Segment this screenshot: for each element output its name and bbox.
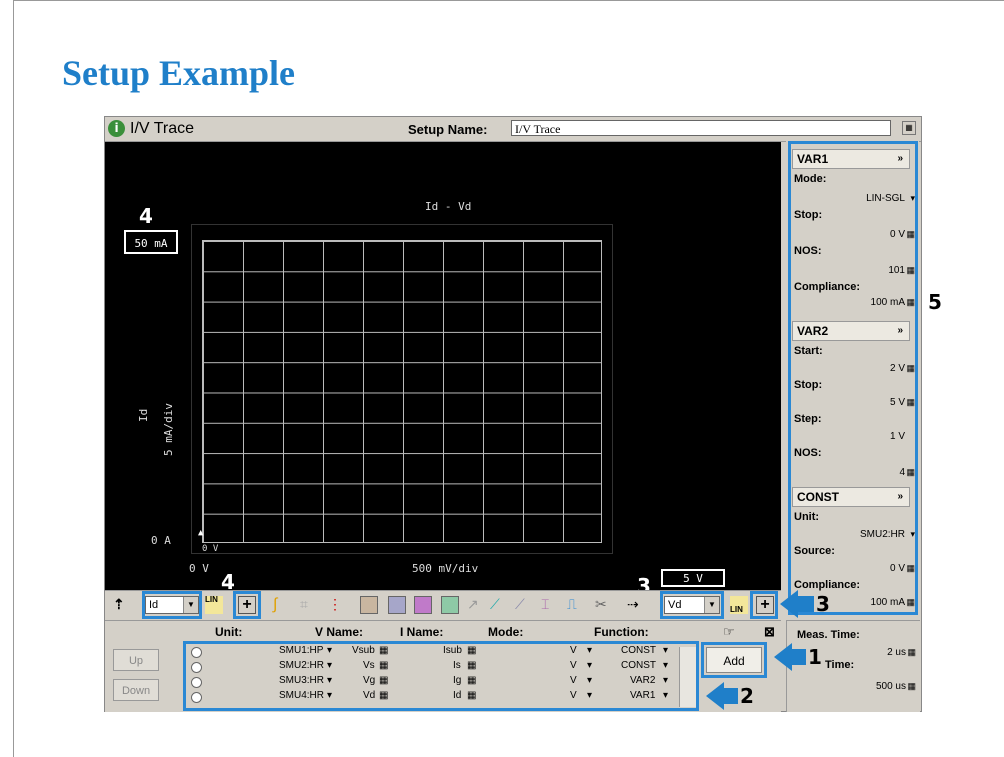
x-min-value: 0 V bbox=[189, 562, 209, 575]
highlight-parameter-panel bbox=[788, 141, 918, 615]
curve-icon[interactable]: ∫ bbox=[273, 596, 291, 614]
iv-trace-window: i I/V Trace Setup Name: I/V Trace ▦ Id -… bbox=[104, 116, 922, 712]
x-axis-scale: 500 mV/div bbox=[412, 562, 479, 575]
keyboard-icon[interactable]: ▦ bbox=[902, 121, 916, 135]
x-lin-scale-icon[interactable]: LIN bbox=[730, 596, 748, 614]
traffic-light-icon[interactable]: ⋮ bbox=[328, 596, 346, 614]
regression-icon[interactable]: ⟋ bbox=[515, 596, 533, 614]
highlight-add-button bbox=[701, 642, 767, 678]
keyboard-icon[interactable]: ▦ bbox=[907, 647, 916, 658]
callout-5: 5 bbox=[928, 290, 942, 314]
slide-frame-left bbox=[13, 0, 14, 757]
meas-time-label: Meas. Time: bbox=[797, 629, 860, 641]
callout-3-toolbar: 3 bbox=[816, 592, 830, 616]
highlight-channel-table bbox=[183, 641, 699, 711]
pulse-icon[interactable]: ⎍ bbox=[567, 596, 585, 614]
up-button[interactable]: Up bbox=[113, 649, 159, 671]
meas-time-value[interactable]: 2 us bbox=[887, 647, 906, 658]
highlight-x-add bbox=[750, 591, 778, 619]
y-lin-scale-icon[interactable]: LIN bbox=[205, 596, 223, 614]
y-axis-icon[interactable]: ⇡ bbox=[113, 596, 131, 614]
setup-name-label: Setup Name: bbox=[408, 122, 488, 137]
highlight-y-param bbox=[142, 591, 202, 619]
scale-icon[interactable]: ⌶ bbox=[541, 596, 559, 614]
origin-label: 0 V bbox=[202, 544, 219, 554]
graph-edit-icon[interactable] bbox=[360, 596, 378, 614]
y-axis-name: Id bbox=[137, 408, 150, 422]
callout-4-top: 4 bbox=[139, 204, 153, 228]
down-button[interactable]: Down bbox=[113, 679, 159, 701]
measurement-time-panel: Meas. Time: 2 us ▦ Time: 500 us ▦ bbox=[786, 620, 920, 712]
slide-frame-top bbox=[13, 0, 1004, 1]
time-label: Time: bbox=[825, 659, 855, 671]
line-fit-icon[interactable] bbox=[441, 596, 459, 614]
highlight-y-add bbox=[233, 591, 261, 619]
slide-title: Setup Example bbox=[62, 53, 296, 93]
graph-toolbar: ⇡ Id ▼ LIN + ∫ ⌗ ⋮ ↗ ⟋ ⟋ ⌶ ⎍ ✂ ⇢ Vd ▼ LI… bbox=[105, 590, 781, 619]
marker-icon[interactable] bbox=[388, 596, 406, 614]
cursor-icon[interactable]: ↗ bbox=[467, 596, 485, 614]
callout-1: 1 bbox=[808, 645, 822, 669]
window-titlebar: i I/V Trace Setup Name: I/V Trace ▦ bbox=[105, 117, 921, 142]
y-axis-scale: 5 mA/div bbox=[162, 403, 175, 456]
graph-grid bbox=[202, 240, 602, 543]
info-icon[interactable]: i bbox=[108, 120, 125, 137]
x-lin-label: LIN bbox=[730, 605, 743, 614]
crop-icon[interactable]: ⌗ bbox=[300, 596, 318, 614]
x-axis-icon[interactable]: ⇢ bbox=[627, 596, 645, 614]
callout-arrow-2-shaft bbox=[722, 688, 738, 704]
tools-icon[interactable]: ✂ bbox=[595, 596, 613, 614]
callout-arrow-3-shaft bbox=[796, 596, 814, 612]
y-lin-label: LIN bbox=[205, 595, 218, 604]
col-vname: V Name: bbox=[315, 625, 364, 639]
x-max-value[interactable]: 5 V bbox=[661, 569, 725, 587]
hand-pointer-icon[interactable]: ☞ bbox=[723, 624, 735, 640]
col-unit: Unit: bbox=[215, 625, 243, 639]
y-max-value[interactable]: 50 mA bbox=[124, 230, 178, 254]
y-min-value: 0 A bbox=[151, 534, 171, 547]
origin-marker: ▲ bbox=[198, 528, 204, 538]
col-iname: I Name: bbox=[400, 625, 444, 639]
tangent-icon[interactable]: ⟋ bbox=[490, 596, 508, 614]
graph-title: Id - Vd bbox=[425, 200, 472, 213]
time-value[interactable]: 500 us bbox=[876, 681, 906, 692]
keyboard-icon[interactable]: ▦ bbox=[907, 681, 916, 692]
color-plot-icon[interactable] bbox=[414, 596, 432, 614]
window-title: I/V Trace bbox=[130, 120, 195, 137]
graph-area: Id - Vd 4 50 mA Id 5 mA/div 0 A ▲ 0 V 0 … bbox=[105, 142, 781, 601]
callout-arrow-1-shaft bbox=[790, 649, 806, 665]
callout-2: 2 bbox=[740, 684, 754, 708]
col-function: Function: bbox=[594, 625, 649, 639]
highlight-x-param bbox=[660, 591, 724, 619]
tools-x-icon[interactable]: ⊠ bbox=[764, 624, 775, 640]
channel-table-panel: Unit: V Name: I Name: Mode: Function: ☞ … bbox=[105, 620, 781, 712]
col-mode: Mode: bbox=[488, 625, 524, 639]
setup-name-input[interactable]: I/V Trace bbox=[511, 120, 891, 136]
